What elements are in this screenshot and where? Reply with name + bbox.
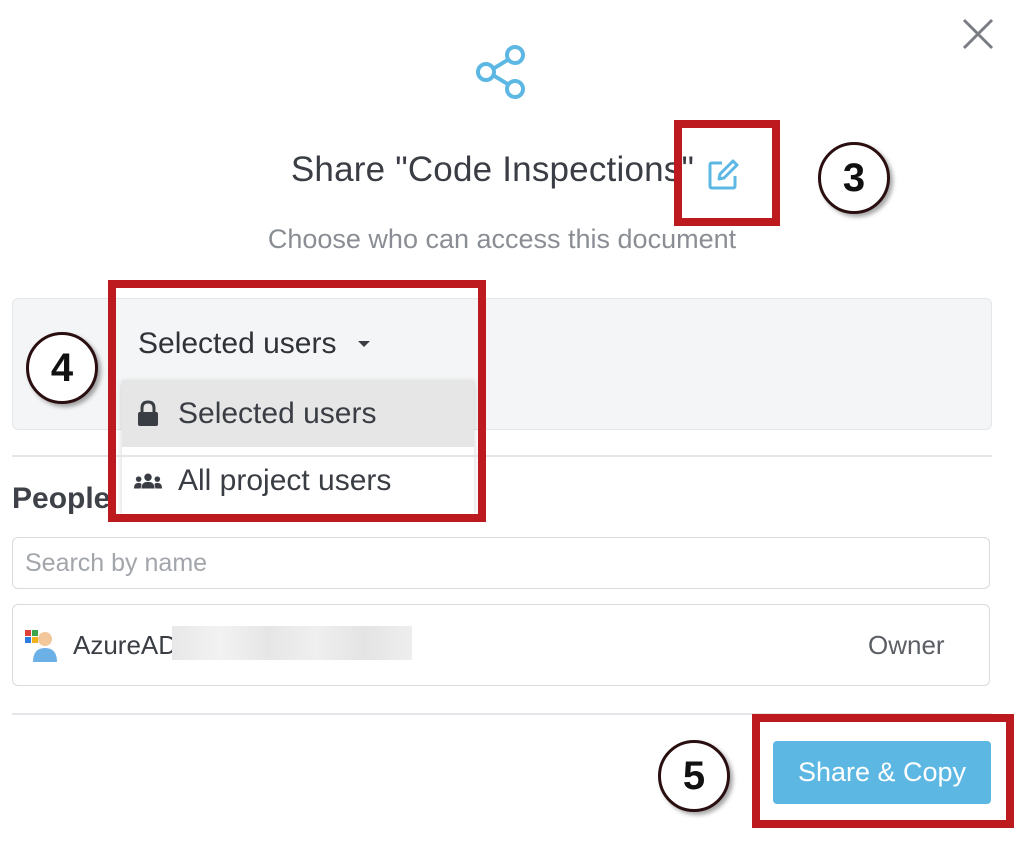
search-by-name-input[interactable] [12,537,990,589]
dialog-subtitle: Choose who can access this document [267,224,737,254]
user-role: Owner [868,630,945,660]
annotation-highlight-box [674,120,780,226]
user-name: AzureAD\ [73,630,185,660]
annotation-highlight-box [752,714,1014,828]
annotation-number-badge: 4 [26,332,98,404]
annotation-number-badge: 5 [658,740,730,812]
redacted-username [172,626,412,660]
annotation-highlight-box [108,280,486,522]
share-icon [474,44,530,100]
annotation-number-badge: 3 [818,142,890,214]
close-icon[interactable] [958,14,998,54]
people-section-label: People [12,482,111,515]
dialog-title-text: Share "Code Inspections" [290,150,695,189]
user-avatar-icon [25,628,57,662]
